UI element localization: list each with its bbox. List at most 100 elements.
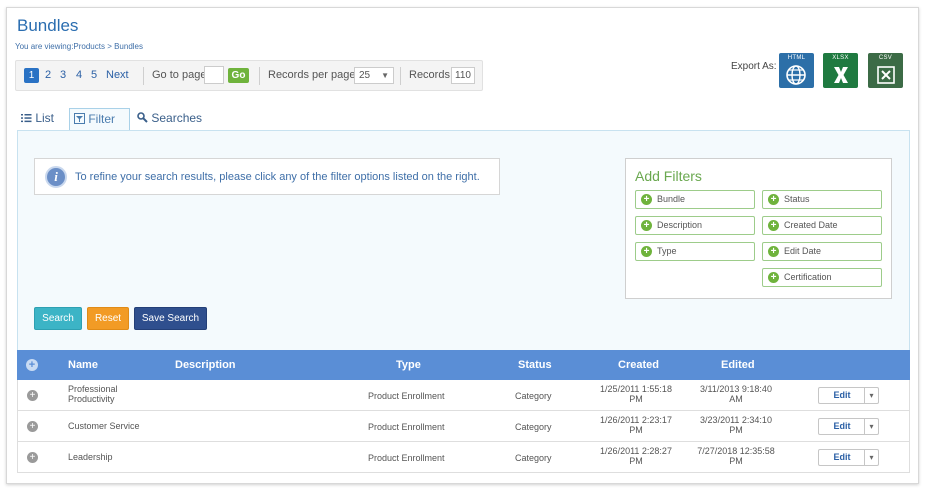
- tab-list[interactable]: List: [21, 108, 54, 131]
- filter-created-date-button[interactable]: + Created Date: [762, 216, 882, 235]
- tab-searches-label: Searches: [151, 111, 203, 125]
- next-page-link[interactable]: Next: [106, 69, 129, 81]
- pagination-bar: 1 2 3 4 5 Next Go to page: Go Records pe…: [15, 60, 483, 91]
- plus-icon: +: [768, 246, 779, 257]
- row-status: Category: [515, 422, 552, 432]
- edit-button[interactable]: Edit ▾: [818, 449, 879, 466]
- search-icon: [137, 112, 148, 123]
- plus-icon: +: [641, 194, 652, 205]
- save-search-button[interactable]: Save Search: [134, 307, 207, 330]
- filter-edit-date-button[interactable]: + Edit Date: [762, 242, 882, 261]
- row-created: 1/26/2011 2:28:27 PM: [600, 446, 672, 466]
- view-tabs: List Filter Searches: [17, 108, 910, 131]
- edit-label: Edit: [833, 390, 851, 400]
- filter-description-button[interactable]: + Description: [635, 216, 755, 235]
- chevron-down-icon[interactable]: ▾: [864, 388, 878, 403]
- page-2-link[interactable]: 2: [45, 69, 51, 81]
- row-created: 1/25/2011 1:55:18 PM: [600, 384, 672, 404]
- table-row: + Customer Service Product Enrollment Ca…: [17, 411, 910, 442]
- row-created: 1/26/2011 2:23:17 PM: [600, 415, 672, 435]
- records-per-page-label: Records per page:: [268, 69, 359, 81]
- chevron-down-icon[interactable]: ▾: [864, 450, 878, 465]
- plus-icon: +: [641, 220, 652, 231]
- spreadsheet-icon: [877, 66, 895, 84]
- divider: [143, 67, 144, 85]
- row-type: Product Enrollment: [368, 453, 445, 463]
- search-button[interactable]: Search: [34, 307, 82, 330]
- page-1-link[interactable]: 1: [24, 68, 39, 83]
- filter-label: Type: [657, 246, 677, 256]
- records-count: 110: [451, 67, 475, 84]
- filter-icon: [74, 113, 85, 124]
- row-edited: 3/23/2011 2:34:10 PM: [700, 415, 772, 435]
- records-label: Records:: [409, 69, 454, 81]
- page-5-link[interactable]: 5: [91, 69, 97, 81]
- breadcrumb[interactable]: You are viewing:Products > Bundles: [15, 42, 143, 51]
- add-filters-box: Add Filters + Bundle + Description + Type +…: [625, 158, 892, 299]
- filter-label: Certification: [784, 272, 832, 282]
- chevron-down-icon[interactable]: ▾: [864, 419, 878, 434]
- info-text: To refine your search results, please cl…: [75, 171, 480, 183]
- export-xlsx-button[interactable]: XLSX: [823, 53, 858, 88]
- table-row: + Leadership Product Enrollment Category…: [17, 442, 910, 473]
- info-message: i To refine your search results, please …: [34, 158, 500, 195]
- records-per-page-select[interactable]: 25 ▼: [354, 67, 394, 84]
- edit-label: Edit: [833, 452, 851, 462]
- bundles-card: Bundles You are viewing:Products > Bundl…: [6, 7, 919, 484]
- divider: [400, 67, 401, 85]
- expand-row-icon[interactable]: +: [27, 421, 38, 432]
- filter-type-button[interactable]: + Type: [635, 242, 755, 261]
- column-description[interactable]: Description: [175, 359, 236, 371]
- expand-row-icon[interactable]: +: [27, 452, 38, 463]
- expand-row-icon[interactable]: +: [27, 390, 38, 401]
- filter-bundle-button[interactable]: + Bundle: [635, 190, 755, 209]
- plus-icon: +: [768, 272, 779, 283]
- filter-label: Bundle: [657, 194, 686, 204]
- filter-label: Description: [657, 220, 703, 230]
- plus-icon: +: [768, 220, 779, 231]
- edit-button[interactable]: Edit ▾: [818, 418, 879, 435]
- globe-icon: [786, 65, 806, 85]
- filter-certification-button[interactable]: + Certification: [762, 268, 882, 287]
- tab-searches[interactable]: Searches: [137, 108, 202, 131]
- tab-filter[interactable]: Filter: [69, 108, 130, 131]
- filter-status-button[interactable]: + Status: [762, 190, 882, 209]
- filter-panel: i To refine your search results, please …: [17, 130, 910, 352]
- page-3-link[interactable]: 3: [60, 69, 66, 81]
- export-label: Export As:: [731, 61, 777, 72]
- export-html-caption: HTML: [787, 55, 806, 61]
- export-csv-button[interactable]: CSV: [868, 53, 903, 88]
- column-type[interactable]: Type: [396, 359, 421, 371]
- edit-button[interactable]: Edit ▾: [818, 387, 879, 404]
- excel-icon: [834, 67, 848, 83]
- row-status: Category: [515, 391, 552, 401]
- column-edited[interactable]: Edited: [721, 359, 755, 371]
- column-status[interactable]: Status: [518, 359, 552, 371]
- row-edited: 7/27/2018 12:35:58 PM: [697, 446, 775, 466]
- info-icon: i: [45, 166, 67, 188]
- row-name: Customer Service: [68, 421, 140, 431]
- reset-button[interactable]: Reset: [87, 307, 129, 330]
- export-csv-caption: CSV: [878, 55, 893, 61]
- records-per-page-value: 25: [359, 70, 371, 81]
- divider: [259, 67, 260, 85]
- go-button[interactable]: Go: [228, 68, 249, 83]
- filter-label: Status: [784, 194, 810, 204]
- page-4-link[interactable]: 4: [76, 69, 82, 81]
- filter-label: Edit Date: [784, 246, 822, 256]
- row-edited: 3/11/2013 9:18:40 AM: [700, 384, 772, 404]
- edit-label: Edit: [833, 421, 851, 431]
- row-status: Category: [515, 453, 552, 463]
- column-created[interactable]: Created: [618, 359, 659, 371]
- list-icon: [21, 114, 32, 123]
- column-name[interactable]: Name: [68, 359, 98, 371]
- row-type: Product Enrollment: [368, 391, 445, 401]
- export-xlsx-caption: XLSX: [832, 55, 849, 61]
- tab-list-label: List: [35, 111, 55, 125]
- export-html-button[interactable]: HTML: [779, 53, 814, 88]
- row-name: Leadership: [68, 452, 113, 462]
- expand-all-icon[interactable]: +: [26, 359, 38, 371]
- plus-icon: +: [768, 194, 779, 205]
- filter-label: Created Date: [784, 220, 838, 230]
- goto-page-input[interactable]: [204, 66, 224, 84]
